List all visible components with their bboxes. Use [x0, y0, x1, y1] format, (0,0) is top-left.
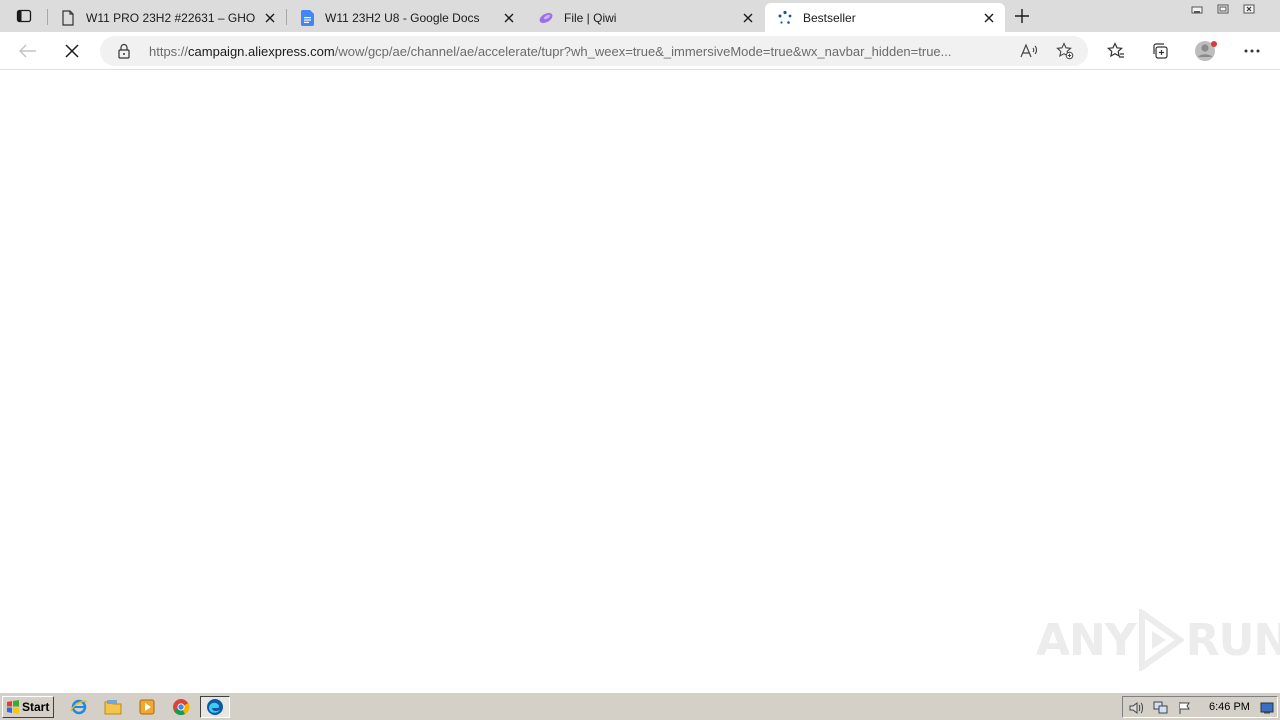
close-window-button[interactable]: [1236, 0, 1262, 18]
document-icon: [60, 9, 76, 26]
watermark-text-run: RUN: [1185, 614, 1280, 666]
star-add-icon: [1056, 42, 1074, 60]
taskbar-edge-active[interactable]: [200, 696, 230, 718]
qiwi-icon: [538, 10, 554, 26]
taskbar-media-player[interactable]: [136, 697, 158, 717]
lock-icon[interactable]: [116, 43, 132, 59]
window-controls: [1184, 0, 1262, 18]
add-favorite-button[interactable]: [1054, 40, 1076, 62]
tab-title: W11 23H2 U8 - Google Docs: [325, 10, 480, 25]
tab-3[interactable]: File | Qiwi: [526, 3, 764, 32]
web-page-content: ANY RUN: [0, 71, 1280, 692]
taskbar-file-explorer[interactable]: [102, 697, 124, 717]
tab-title: W11 PRO 23H2 #22631 – GHOST: [86, 10, 256, 25]
minimize-icon: [1191, 6, 1203, 14]
loading-spinner-icon: [777, 10, 793, 26]
address-bar[interactable]: https://campaign.aliexpress.com/wow/gcp/…: [100, 36, 1088, 66]
settings-more-button[interactable]: [1238, 37, 1266, 65]
read-aloud-icon: [1020, 43, 1038, 58]
tab-title: Bestseller: [803, 10, 856, 25]
close-tab-icon[interactable]: [501, 10, 517, 26]
media-player-icon: [139, 699, 155, 715]
back-button[interactable]: [14, 37, 42, 65]
stop-x-icon: [65, 44, 79, 58]
tab-4-active[interactable]: Bestseller: [765, 3, 1005, 32]
collections-icon: [1153, 43, 1168, 59]
close-tab-icon[interactable]: [740, 10, 756, 26]
action-center-flag-icon[interactable]: [1177, 700, 1193, 716]
start-label: Start: [22, 700, 50, 714]
internet-explorer-icon: [70, 699, 88, 715]
tab-1[interactable]: W11 PRO 23H2 #22631 – GHOST: [48, 3, 286, 32]
avatar-icon: [1195, 41, 1217, 61]
tab-actions-button[interactable]: [8, 4, 40, 28]
anyrun-watermark: ANY RUN: [1036, 608, 1280, 672]
restore-icon: [1217, 4, 1229, 14]
taskbar-chrome[interactable]: [170, 697, 192, 717]
start-button[interactable]: Start: [2, 696, 54, 718]
tab-strip: W11 PRO 23H2 #22631 – GHOST W11 23H2 U8 …: [0, 0, 1280, 32]
chrome-icon: [173, 699, 190, 716]
plus-icon: [1015, 9, 1029, 23]
more-horizontal-icon: [1244, 49, 1260, 53]
google-docs-icon: [299, 9, 315, 26]
tab-2[interactable]: W11 23H2 U8 - Google Docs: [287, 3, 525, 32]
taskbar-clock[interactable]: 6:46 PM: [1209, 701, 1250, 713]
network-icon[interactable]: [1153, 700, 1169, 716]
system-tray: 6:46 PM: [1122, 696, 1278, 718]
url-path: /wow/gcp/ae/channel/ae/accelerate/tupr?w…: [334, 44, 952, 59]
url-text[interactable]: https://campaign.aliexpress.com/wow/gcp/…: [149, 44, 1009, 59]
restore-button[interactable]: [1210, 0, 1236, 18]
favorites-icon: [1107, 42, 1124, 58]
volume-icon[interactable]: [1129, 700, 1145, 716]
new-tab-button[interactable]: [1010, 4, 1034, 28]
collections-button[interactable]: [1146, 37, 1174, 65]
favorites-button[interactable]: [1102, 37, 1130, 65]
folder-icon: [104, 700, 122, 715]
read-aloud-button[interactable]: [1018, 40, 1040, 62]
close-icon: [1243, 4, 1255, 14]
back-arrow-icon: [19, 44, 36, 58]
close-tab-icon[interactable]: [262, 10, 278, 26]
close-tab-icon[interactable]: [981, 10, 997, 26]
play-triangle-icon: [1138, 609, 1184, 671]
minimize-button[interactable]: [1184, 0, 1210, 18]
browser-toolbar: https://campaign.aliexpress.com/wow/gcp/…: [0, 32, 1280, 70]
watermark-text-any: ANY: [1036, 614, 1137, 666]
url-prefix: https://: [149, 44, 189, 59]
stop-loading-button[interactable]: [58, 37, 86, 65]
show-desktop-icon[interactable]: [1259, 700, 1275, 716]
url-host: campaign.aliexpress.com: [188, 44, 335, 59]
taskbar-internet-explorer[interactable]: [68, 697, 90, 717]
taskbar: Start 6:46 PM: [0, 692, 1280, 720]
profile-button[interactable]: [1192, 37, 1220, 65]
edge-icon: [207, 699, 223, 715]
windows-flag-icon: [7, 700, 19, 714]
tab-title: File | Qiwi: [564, 10, 617, 25]
tab-actions-icon: [16, 9, 32, 23]
